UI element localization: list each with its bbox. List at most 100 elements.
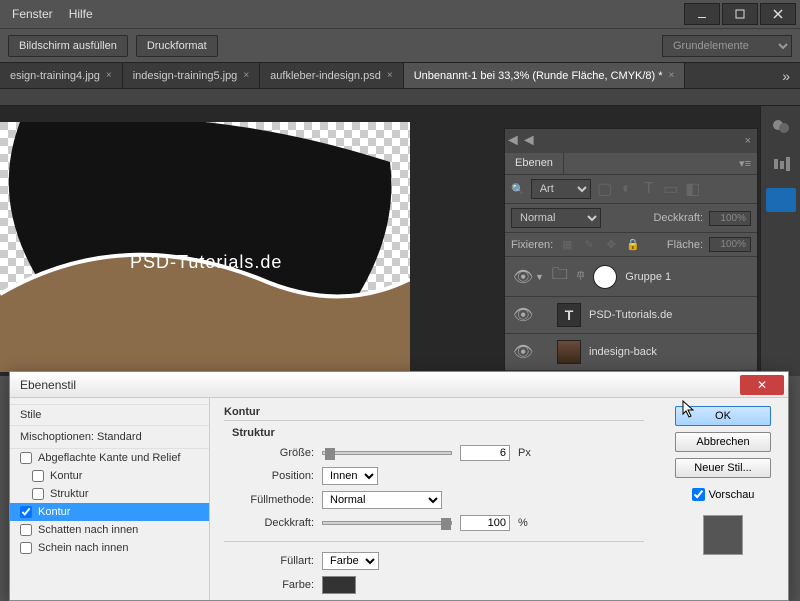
style-inner-glow[interactable]: Schein nach innen <box>10 539 209 557</box>
tab-label: Unbenannt-1 bei 33,3% (Runde Fläche, CMY… <box>414 70 663 82</box>
options-bar: Bildschirm ausfüllen Druckformat Grundel… <box>0 28 800 62</box>
collapse-icon[interactable]: ◄◄ <box>505 132 525 150</box>
filltype-label: Füllart: <box>224 555 314 567</box>
close-icon[interactable]: × <box>106 70 112 81</box>
style-checkbox[interactable] <box>32 470 44 482</box>
layer-mask-thumb[interactable] <box>593 265 617 289</box>
preview-label: Vorschau <box>709 489 755 501</box>
fill-screen-button[interactable]: Bildschirm ausfüllen <box>8 35 128 57</box>
preview-checkbox[interactable] <box>692 488 705 501</box>
lock-paint-icon[interactable]: ✎ <box>581 238 597 252</box>
size-input[interactable] <box>460 445 510 461</box>
canvas-text: PSD-Tutorials.de <box>130 252 282 273</box>
lock-trans-icon[interactable]: ▦ <box>559 238 575 252</box>
window-minimize-button[interactable] <box>684 3 720 25</box>
layer-filter-select[interactable]: Art <box>531 179 591 199</box>
filltype-select[interactable]: Farbe <box>322 552 379 570</box>
style-contour[interactable]: Kontur <box>10 467 209 485</box>
lock-all-icon[interactable]: 🔒 <box>625 238 641 252</box>
swatches-icon[interactable] <box>769 116 793 140</box>
style-inner-shadow[interactable]: Schatten nach innen <box>10 521 209 539</box>
blend-mode-select[interactable]: Normal <box>511 208 601 228</box>
eye-icon[interactable]: 👁 <box>513 267 527 287</box>
fill-value[interactable]: 100% <box>709 237 751 252</box>
adjustments-icon[interactable] <box>769 152 793 176</box>
filter-adjust-icon[interactable]: ◐ <box>619 182 635 196</box>
new-style-button[interactable]: Neuer Stil... <box>675 458 771 478</box>
opacity-value[interactable]: 100% <box>709 211 751 226</box>
window-close-button[interactable] <box>760 3 796 25</box>
dialog-close-button[interactable]: ✕ <box>740 375 784 395</box>
style-checkbox[interactable] <box>20 506 32 518</box>
dialog-titlebar[interactable]: Ebenenstil ✕ <box>10 372 788 398</box>
horizontal-ruler <box>0 88 800 106</box>
style-stroke[interactable]: Kontur <box>10 503 209 521</box>
panel-menu-icon[interactable]: ▾≡ <box>733 153 757 174</box>
filter-image-icon[interactable]: ▢ <box>597 182 613 196</box>
close-icon[interactable]: × <box>387 70 393 81</box>
style-bevel[interactable]: Abgeflachte Kante und Relief <box>10 449 209 467</box>
color-swatch[interactable] <box>322 576 356 594</box>
layer-thumb[interactable] <box>557 340 581 364</box>
subsection-title: Struktur <box>232 427 644 439</box>
filter-shape-icon[interactable]: ▭ <box>663 182 679 196</box>
workspace-preset-select[interactable]: Grundelemente <box>662 35 792 57</box>
position-label: Position: <box>224 470 314 482</box>
layers-tab[interactable]: Ebenen <box>505 153 564 174</box>
eye-icon[interactable]: 👁 <box>513 342 527 362</box>
type-layer-icon: T <box>557 303 581 327</box>
size-unit: Px <box>518 447 531 459</box>
preview-swatch <box>703 515 743 555</box>
caret-down-icon[interactable]: ▼ <box>535 272 544 282</box>
layer-name[interactable]: indesign-back <box>589 346 657 358</box>
eye-icon[interactable]: 👁 <box>513 305 527 325</box>
tab-doc-1[interactable]: esign-training4.jpg× <box>0 63 123 88</box>
close-icon[interactable]: × <box>243 70 249 81</box>
style-texture[interactable]: Struktur <box>10 485 209 503</box>
print-format-button[interactable]: Druckformat <box>136 35 218 57</box>
layers-panel: ◄◄ × Ebenen ▾≡ 🔍 Art ▢ ◐ T ▭ ◧ Normal De… <box>504 128 758 409</box>
layers-panel-icon[interactable] <box>766 188 796 212</box>
style-label: Schatten nach innen <box>38 524 138 536</box>
lock-move-icon[interactable]: ✥ <box>603 238 619 252</box>
style-checkbox[interactable] <box>32 488 44 500</box>
window-maximize-button[interactable] <box>722 3 758 25</box>
tab-overflow-button[interactable]: » <box>772 63 800 88</box>
tab-doc-2[interactable]: indesign-training5.jpg× <box>123 63 260 88</box>
menu-hilfe[interactable]: Hilfe <box>69 7 93 21</box>
blend-label: Füllmethode: <box>224 494 314 506</box>
filter-type-icon[interactable]: T <box>641 182 657 196</box>
style-checkbox[interactable] <box>20 452 32 464</box>
layer-row[interactable]: 👁 T PSD-Tutorials.de <box>505 297 757 334</box>
position-select[interactable]: Innen <box>322 467 378 485</box>
canvas[interactable]: PSD-Tutorials.de <box>0 122 410 372</box>
style-label: Schein nach innen <box>38 542 129 554</box>
preview-checkbox-row[interactable]: Vorschau <box>692 488 755 501</box>
style-checkbox[interactable] <box>20 542 32 554</box>
filter-icon[interactable]: 🔍 <box>511 183 525 196</box>
size-slider[interactable] <box>322 451 452 455</box>
size-label: Größe: <box>224 447 314 459</box>
artwork-shape <box>0 122 410 372</box>
lock-label: Fixieren: <box>511 239 553 251</box>
style-checkbox[interactable] <box>20 524 32 536</box>
layer-name[interactable]: Gruppe 1 <box>625 271 671 283</box>
menu-fenster[interactable]: Fenster <box>12 7 53 21</box>
opacity-input[interactable] <box>460 515 510 531</box>
opacity-label: Deckkraft: <box>653 212 703 224</box>
blend-options-item[interactable]: Mischoptionen: Standard <box>10 426 209 449</box>
layer-row[interactable]: 👁 indesign-back <box>505 334 757 371</box>
tab-doc-3[interactable]: aufkleber-indesign.psd× <box>260 63 404 88</box>
cancel-button[interactable]: Abbrechen <box>675 432 771 452</box>
section-title: Kontur <box>224 406 644 418</box>
close-icon[interactable]: × <box>669 70 675 81</box>
filter-smart-icon[interactable]: ◧ <box>685 182 701 196</box>
dialog-title: Ebenenstil <box>20 378 76 392</box>
blend-select[interactable]: Normal <box>322 491 442 509</box>
layer-row[interactable]: 👁 ▼ 🗀 𐄷 Gruppe 1 <box>505 257 757 297</box>
opacity-slider[interactable] <box>322 521 452 525</box>
tab-doc-4[interactable]: Unbenannt-1 bei 33,3% (Runde Fläche, CMY… <box>404 63 686 88</box>
panel-close-icon[interactable]: × <box>739 135 757 147</box>
layer-name[interactable]: PSD-Tutorials.de <box>589 309 672 321</box>
menubar: Fenster Hilfe <box>0 0 800 28</box>
